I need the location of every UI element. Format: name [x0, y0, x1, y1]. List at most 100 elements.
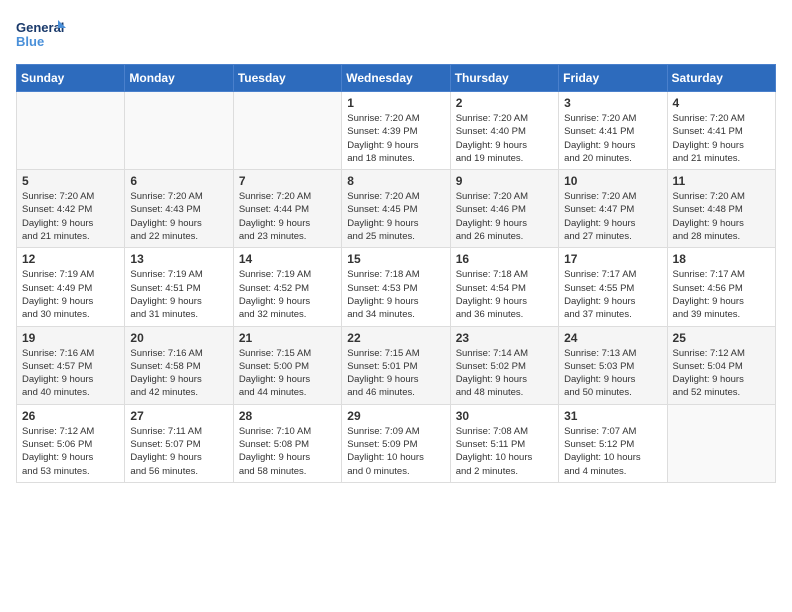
day-info: Sunrise: 7:20 AMSunset: 4:44 PMDaylight:… — [239, 190, 336, 243]
day-info: Sunrise: 7:20 AMSunset: 4:45 PMDaylight:… — [347, 190, 444, 243]
week-row-5: 26 Sunrise: 7:12 AMSunset: 5:06 PMDayligh… — [17, 404, 776, 482]
day-number: 8 — [347, 174, 444, 188]
day-number: 19 — [22, 331, 119, 345]
day-info: Sunrise: 7:17 AMSunset: 4:56 PMDaylight:… — [673, 268, 770, 321]
week-row-1: 1Sunrise: 7:20 AMSunset: 4:39 PMDaylight… — [17, 92, 776, 170]
day-cell: 12Sunrise: 7:19 AMSunset: 4:49 PMDayligh… — [17, 248, 125, 326]
weekday-header-monday: Monday — [125, 65, 233, 92]
day-info: Sunrise: 7:10 AMSunset: 5:08 PMDaylight:… — [239, 425, 336, 478]
day-info: Sunrise: 7:20 AMSunset: 4:42 PMDaylight:… — [22, 190, 119, 243]
day-cell — [667, 404, 775, 482]
day-cell: 1Sunrise: 7:20 AMSunset: 4:39 PMDaylight… — [342, 92, 450, 170]
calendar-table: SundayMondayTuesdayWednesdayThursdayFrid… — [16, 64, 776, 483]
day-info: Sunrise: 7:17 AMSunset: 4:55 PMDaylight:… — [564, 268, 661, 321]
day-number: 11 — [673, 174, 770, 188]
day-info: Sunrise: 7:08 AMSunset: 5:11 PMDaylight:… — [456, 425, 553, 478]
weekday-header-thursday: Thursday — [450, 65, 558, 92]
day-number: 15 — [347, 252, 444, 266]
day-cell: 7Sunrise: 7:20 AMSunset: 4:44 PMDaylight… — [233, 170, 341, 248]
weekday-header-friday: Friday — [559, 65, 667, 92]
day-info: Sunrise: 7:20 AMSunset: 4:43 PMDaylight:… — [130, 190, 227, 243]
day-info: Sunrise: 7:18 AMSunset: 4:54 PMDaylight:… — [456, 268, 553, 321]
day-number: 10 — [564, 174, 661, 188]
day-cell: 30Sunrise: 7:08 AMSunset: 5:11 PMDayligh… — [450, 404, 558, 482]
day-number: 14 — [239, 252, 336, 266]
day-info: Sunrise: 7:12 AMSunset: 5:06 PMDaylight:… — [22, 425, 119, 478]
day-info: Sunrise: 7:20 AMSunset: 4:48 PMDaylight:… — [673, 190, 770, 243]
day-cell: 22 Sunrise: 7:15 AMSunset: 5:01 PMDayligh… — [342, 326, 450, 404]
day-info: Sunrise: 7:18 AMSunset: 4:53 PMDaylight:… — [347, 268, 444, 321]
day-number: 2 — [456, 96, 553, 110]
day-cell: 26 Sunrise: 7:12 AMSunset: 5:06 PMDayligh… — [17, 404, 125, 482]
day-info: Sunrise: 7:20 AMSunset: 4:40 PMDaylight:… — [456, 112, 553, 165]
day-cell: 24 Sunrise: 7:13 AMSunset: 5:03 PMDayligh… — [559, 326, 667, 404]
day-number: 9 — [456, 174, 553, 188]
week-row-2: 5 Sunrise: 7:20 AMSunset: 4:42 PMDaylight… — [17, 170, 776, 248]
day-cell: 11 Sunrise: 7:20 AMSunset: 4:48 PMDayligh… — [667, 170, 775, 248]
day-info: Sunrise: 7:13 AMSunset: 5:03 PMDaylight:… — [564, 347, 661, 400]
logo-svg: General Blue — [16, 16, 66, 52]
day-number: 25 — [673, 331, 770, 345]
day-cell: 17 Sunrise: 7:17 AMSunset: 4:55 PMDayligh… — [559, 248, 667, 326]
week-row-4: 19 Sunrise: 7:16 AMSunset: 4:57 PMDayligh… — [17, 326, 776, 404]
day-cell: 4 Sunrise: 7:20 AMSunset: 4:41 PMDaylight… — [667, 92, 775, 170]
day-cell: 18 Sunrise: 7:17 AMSunset: 4:56 PMDayligh… — [667, 248, 775, 326]
day-cell — [17, 92, 125, 170]
day-number: 17 — [564, 252, 661, 266]
day-number: 16 — [456, 252, 553, 266]
day-cell: 6 Sunrise: 7:20 AMSunset: 4:43 PMDaylight… — [125, 170, 233, 248]
day-info: Sunrise: 7:15 AMSunset: 5:01 PMDaylight:… — [347, 347, 444, 400]
day-number: 1 — [347, 96, 444, 110]
day-cell: 28 Sunrise: 7:10 AMSunset: 5:08 PMDayligh… — [233, 404, 341, 482]
day-cell: 31Sunrise: 7:07 AMSunset: 5:12 PMDayligh… — [559, 404, 667, 482]
day-cell: 15 Sunrise: 7:18 AMSunset: 4:53 PMDayligh… — [342, 248, 450, 326]
weekday-header-row: SundayMondayTuesdayWednesdayThursdayFrid… — [17, 65, 776, 92]
logo: General Blue — [16, 16, 66, 52]
day-number: 26 — [22, 409, 119, 423]
day-info: Sunrise: 7:12 AMSunset: 5:04 PMDaylight:… — [673, 347, 770, 400]
day-info: Sunrise: 7:20 AMSunset: 4:47 PMDaylight:… — [564, 190, 661, 243]
day-number: 21 — [239, 331, 336, 345]
day-cell: 5 Sunrise: 7:20 AMSunset: 4:42 PMDaylight… — [17, 170, 125, 248]
day-number: 18 — [673, 252, 770, 266]
day-number: 29 — [347, 409, 444, 423]
page-header: General Blue — [16, 16, 776, 52]
day-cell: 19 Sunrise: 7:16 AMSunset: 4:57 PMDayligh… — [17, 326, 125, 404]
day-number: 28 — [239, 409, 336, 423]
day-cell: 13Sunrise: 7:19 AMSunset: 4:51 PMDayligh… — [125, 248, 233, 326]
day-cell: 16 Sunrise: 7:18 AMSunset: 4:54 PMDayligh… — [450, 248, 558, 326]
day-info: Sunrise: 7:16 AMSunset: 4:58 PMDaylight:… — [130, 347, 227, 400]
day-info: Sunrise: 7:16 AMSunset: 4:57 PMDaylight:… — [22, 347, 119, 400]
week-row-3: 12Sunrise: 7:19 AMSunset: 4:49 PMDayligh… — [17, 248, 776, 326]
day-info: Sunrise: 7:14 AMSunset: 5:02 PMDaylight:… — [456, 347, 553, 400]
weekday-header-tuesday: Tuesday — [233, 65, 341, 92]
day-number: 23 — [456, 331, 553, 345]
svg-text:Blue: Blue — [16, 34, 44, 49]
weekday-header-wednesday: Wednesday — [342, 65, 450, 92]
day-number: 12 — [22, 252, 119, 266]
day-number: 13 — [130, 252, 227, 266]
day-cell: 20 Sunrise: 7:16 AMSunset: 4:58 PMDayligh… — [125, 326, 233, 404]
day-number: 31 — [564, 409, 661, 423]
day-number: 3 — [564, 96, 661, 110]
day-info: Sunrise: 7:20 AMSunset: 4:41 PMDaylight:… — [673, 112, 770, 165]
day-cell: 23 Sunrise: 7:14 AMSunset: 5:02 PMDayligh… — [450, 326, 558, 404]
day-cell: 10 Sunrise: 7:20 AMSunset: 4:47 PMDayligh… — [559, 170, 667, 248]
day-number: 20 — [130, 331, 227, 345]
day-cell: 9 Sunrise: 7:20 AMSunset: 4:46 PMDaylight… — [450, 170, 558, 248]
day-number: 4 — [673, 96, 770, 110]
day-number: 24 — [564, 331, 661, 345]
day-number: 22 — [347, 331, 444, 345]
day-info: Sunrise: 7:11 AMSunset: 5:07 PMDaylight:… — [130, 425, 227, 478]
day-info: Sunrise: 7:20 AMSunset: 4:46 PMDaylight:… — [456, 190, 553, 243]
day-info: Sunrise: 7:19 AMSunset: 4:52 PMDaylight:… — [239, 268, 336, 321]
weekday-header-sunday: Sunday — [17, 65, 125, 92]
day-number: 5 — [22, 174, 119, 188]
weekday-header-saturday: Saturday — [667, 65, 775, 92]
day-cell: 2 Sunrise: 7:20 AMSunset: 4:40 PMDaylight… — [450, 92, 558, 170]
day-info: Sunrise: 7:15 AMSunset: 5:00 PMDaylight:… — [239, 347, 336, 400]
day-number: 27 — [130, 409, 227, 423]
svg-text:General: General — [16, 20, 64, 35]
day-number: 6 — [130, 174, 227, 188]
day-info: Sunrise: 7:20 AMSunset: 4:41 PMDaylight:… — [564, 112, 661, 165]
